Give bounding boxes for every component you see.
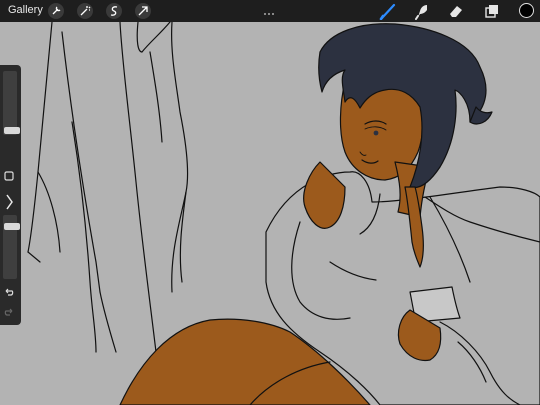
drawing-canvas[interactable] <box>0 22 540 405</box>
layers-icon[interactable] <box>483 2 501 20</box>
brush-icon[interactable] <box>379 2 397 21</box>
undo-icon[interactable] <box>3 285 18 297</box>
opacity-slider[interactable] <box>3 215 20 279</box>
wrench-icon[interactable] <box>48 3 64 19</box>
selection-icon[interactable] <box>106 3 122 19</box>
eraser-icon[interactable] <box>447 2 465 20</box>
brush-size-slider[interactable] <box>3 71 20 135</box>
sidebar-toggle-icon[interactable] <box>3 192 18 210</box>
modify-square-icon[interactable] <box>3 169 18 181</box>
brush-size-thumb[interactable] <box>4 127 20 134</box>
sidebar-panel <box>0 65 21 325</box>
opacity-thumb[interactable] <box>4 223 20 230</box>
transform-arrow-icon[interactable] <box>135 3 151 19</box>
toolbar-handle[interactable] <box>264 2 276 15</box>
gallery-button[interactable]: Gallery <box>8 4 43 16</box>
color-picker-swatch[interactable] <box>519 3 534 18</box>
smudge-icon[interactable] <box>412 2 430 20</box>
redo-icon[interactable] <box>3 305 18 317</box>
magic-wand-icon[interactable] <box>77 3 93 19</box>
top-toolbar: Gallery <box>0 0 540 22</box>
